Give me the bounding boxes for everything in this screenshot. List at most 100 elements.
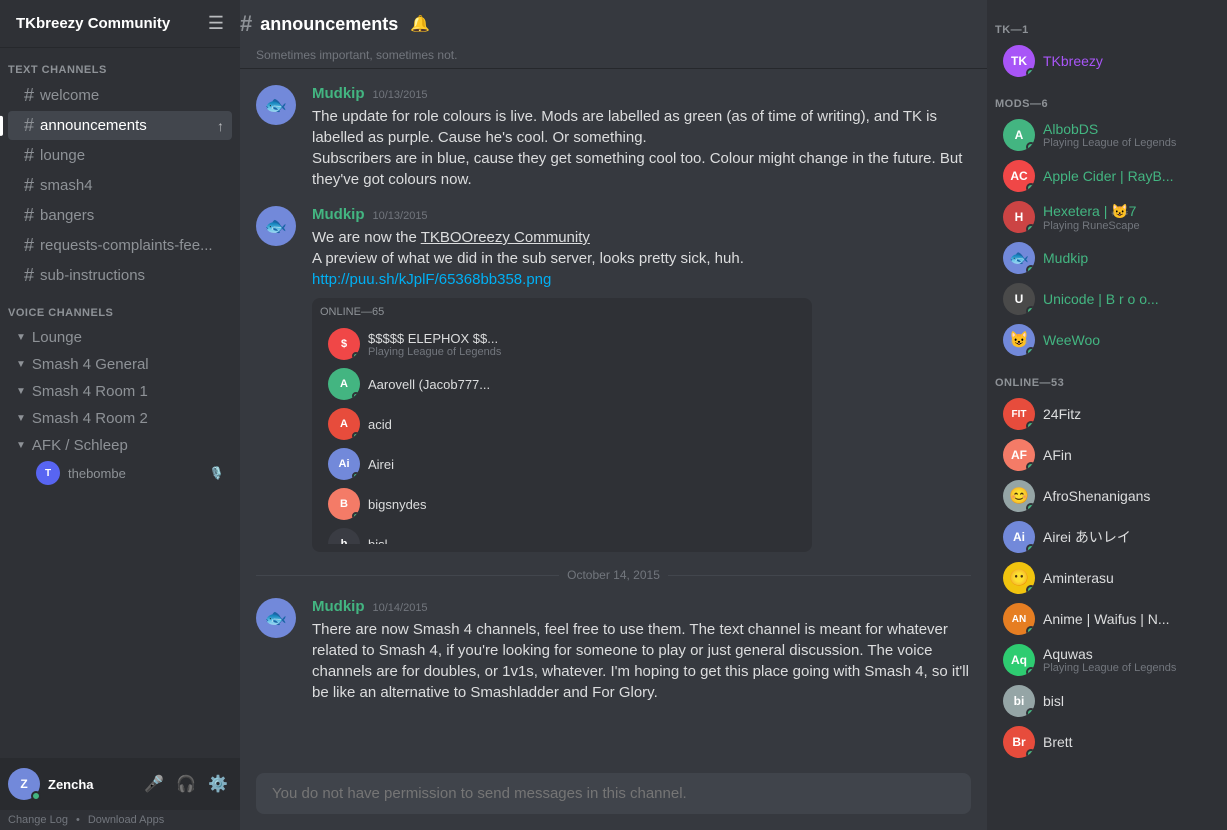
member-unicode[interactable]: U Unicode | B r o o...	[995, 279, 1219, 319]
member-anime[interactable]: AN Anime | Waifus | N...	[995, 599, 1219, 639]
message-content: Mudkip 10/13/2015 The update for role co…	[312, 85, 971, 190]
member-name: bigsnydes	[368, 497, 427, 512]
channel-lounge[interactable]: # lounge	[8, 141, 232, 170]
member-info: AlbobDS Playing League of Legends	[1043, 121, 1176, 149]
message-author: Mudkip	[312, 206, 365, 223]
avatar: Ai	[1003, 521, 1035, 553]
member-tkbreezy[interactable]: TK TKbreezy	[995, 41, 1219, 81]
message-link[interactable]: http://puu.sh/kJplF/65368bb358.png	[312, 269, 971, 290]
channel-hash-icon: #	[24, 175, 34, 196]
channel-requests[interactable]: # requests-complaints-fee...	[8, 231, 232, 260]
channel-hash-icon: #	[240, 11, 252, 37]
member-name: Aquwas	[1043, 646, 1176, 662]
voice-lounge[interactable]: ▼ Lounge	[8, 325, 232, 350]
voice-channels-header[interactable]: Voice Channels	[0, 291, 240, 323]
channel-sub-instructions[interactable]: # sub-instructions	[8, 261, 232, 290]
voice-smash4room2[interactable]: ▼ Smash 4 Room 2	[8, 406, 232, 431]
microphone-button[interactable]: 🎤	[140, 770, 168, 798]
voice-afkschleep-label: AFK / Schleep	[32, 437, 128, 454]
bottom-links: Change Log • Download Apps	[0, 810, 240, 830]
status-dot	[1026, 68, 1035, 77]
headset-button[interactable]: 🎧	[172, 770, 200, 798]
member-airei[interactable]: Ai Airei あいレイ	[995, 517, 1219, 557]
member-info: Airei あいレイ	[1043, 527, 1131, 547]
voice-afkschleep[interactable]: ▼ AFK / Schleep	[8, 433, 232, 458]
chat-input[interactable]	[256, 773, 971, 814]
underline-text: TKBOOreezy Community	[421, 229, 590, 246]
member-name: WeeWoo	[1043, 332, 1100, 348]
message-group: 🐟 Mudkip 10/13/2015 We are now the TKBOO…	[256, 206, 971, 552]
list-item[interactable]: B bigsnydes	[320, 484, 804, 524]
member-info: Anime | Waifus | N...	[1043, 611, 1170, 627]
popup-header: ONLINE—65	[320, 306, 804, 318]
member-aminterasu[interactable]: 😶 Aminterasu	[995, 558, 1219, 598]
member-info: Brett	[1043, 734, 1073, 750]
member-hexetera[interactable]: H Hexetera | 😺7 Playing RuneScape	[995, 197, 1219, 237]
channel-lounge-label: lounge	[40, 147, 85, 164]
server-header[interactable]: TKbreezy Community ☰	[0, 0, 240, 48]
voice-member-thebombe[interactable]: T thebombe 🎙️	[8, 459, 232, 487]
member-name: Airei あいレイ	[1043, 527, 1131, 547]
member-weewoo[interactable]: 😺 WeeWoo	[995, 320, 1219, 360]
member-mudkip[interactable]: 🐟 Mudkip	[995, 238, 1219, 278]
voice-smash4general[interactable]: ▼ Smash 4 General	[8, 352, 232, 377]
member-status: Playing League of Legends	[1043, 137, 1176, 149]
avatar: H	[1003, 201, 1035, 233]
status-dot	[1026, 585, 1035, 594]
voice-smash4general-group: ▼ Smash 4 General	[8, 352, 232, 377]
avatar: 😺	[1003, 324, 1035, 356]
channel-smash4[interactable]: # smash4	[8, 171, 232, 200]
member-albobds[interactable]: A AlbobDS Playing League of Legends	[995, 115, 1219, 155]
voice-smash4room1[interactable]: ▼ Smash 4 Room 1	[8, 379, 232, 404]
channel-sub-label: sub-instructions	[40, 267, 145, 284]
channel-name: announcements	[260, 14, 398, 35]
list-item[interactable]: $ $$$$$ ELEPHOX $$... Playing League of …	[320, 324, 804, 364]
text-channels-header[interactable]: Text Channels	[0, 48, 240, 80]
member-aquwas[interactable]: Aq Aquwas Playing League of Legends	[995, 640, 1219, 680]
member-info: bigsnydes	[368, 497, 427, 512]
channel-welcome[interactable]: # welcome	[8, 81, 232, 110]
avatar: FIT	[1003, 398, 1035, 430]
member-bisl[interactable]: bi bisl	[995, 681, 1219, 721]
member-name: bisl	[1043, 693, 1064, 709]
member-afroshenanigans[interactable]: 😊 AfroShenanigans	[995, 476, 1219, 516]
channel-requests-label: requests-complaints-fee...	[40, 237, 213, 254]
channel-bangers[interactable]: # bangers	[8, 201, 232, 230]
upload-icon[interactable]: ↑	[217, 118, 224, 134]
member-brett[interactable]: Br Brett	[995, 722, 1219, 762]
avatar: A	[1003, 119, 1035, 151]
chat-area: # announcements 🔔 Sometimes important, s…	[240, 0, 987, 830]
list-item[interactable]: Ai Airei	[320, 444, 804, 484]
member-afin[interactable]: AF AFin	[995, 435, 1219, 475]
avatar: bi	[1003, 685, 1035, 717]
member-name: $$$$$ ELEPHOX $$...	[368, 331, 501, 346]
hamburger-icon[interactable]: ☰	[208, 13, 224, 34]
member-name: Airei	[368, 457, 394, 472]
image-link[interactable]: http://puu.sh/kJplF/65368bb358.png	[312, 271, 551, 288]
channel-smash4-label: smash4	[40, 177, 93, 194]
avatar: AN	[1003, 603, 1035, 635]
online-count: ONLINE—65	[320, 306, 384, 318]
bell-icon[interactable]: 🔔	[410, 14, 430, 34]
list-item[interactable]: b bisl	[320, 524, 804, 544]
member-info: $$$$$ ELEPHOX $$... Playing League of Le…	[368, 331, 501, 358]
popup-member-list: $ $$$$$ ELEPHOX $$... Playing League of …	[320, 324, 804, 544]
member-24fitz[interactable]: FIT 24Fitz	[995, 394, 1219, 434]
channel-announcements-label: announcements	[40, 117, 147, 134]
status-dot	[1026, 462, 1035, 471]
changelog-link[interactable]: Change Log	[8, 814, 68, 826]
list-item[interactable]: A Aarovell (Jacob777...	[320, 364, 804, 404]
member-applecider[interactable]: AC Apple Cider | RayB...	[995, 156, 1219, 196]
member-info: 24Fitz	[1043, 406, 1081, 422]
settings-button[interactable]: ⚙️	[204, 770, 232, 798]
message-header: Mudkip 10/13/2015	[312, 85, 971, 102]
member-name: TKbreezy	[1043, 53, 1103, 69]
avatar: AF	[1003, 439, 1035, 471]
member-status: Playing League of Legends	[368, 346, 501, 358]
avatar: U	[1003, 283, 1035, 315]
user-status-dot	[31, 791, 41, 801]
channel-announcements[interactable]: # announcements ↑	[8, 111, 232, 140]
channel-hash-icon: #	[24, 265, 34, 286]
download-link[interactable]: Download Apps	[88, 814, 164, 826]
list-item[interactable]: A acid	[320, 404, 804, 444]
